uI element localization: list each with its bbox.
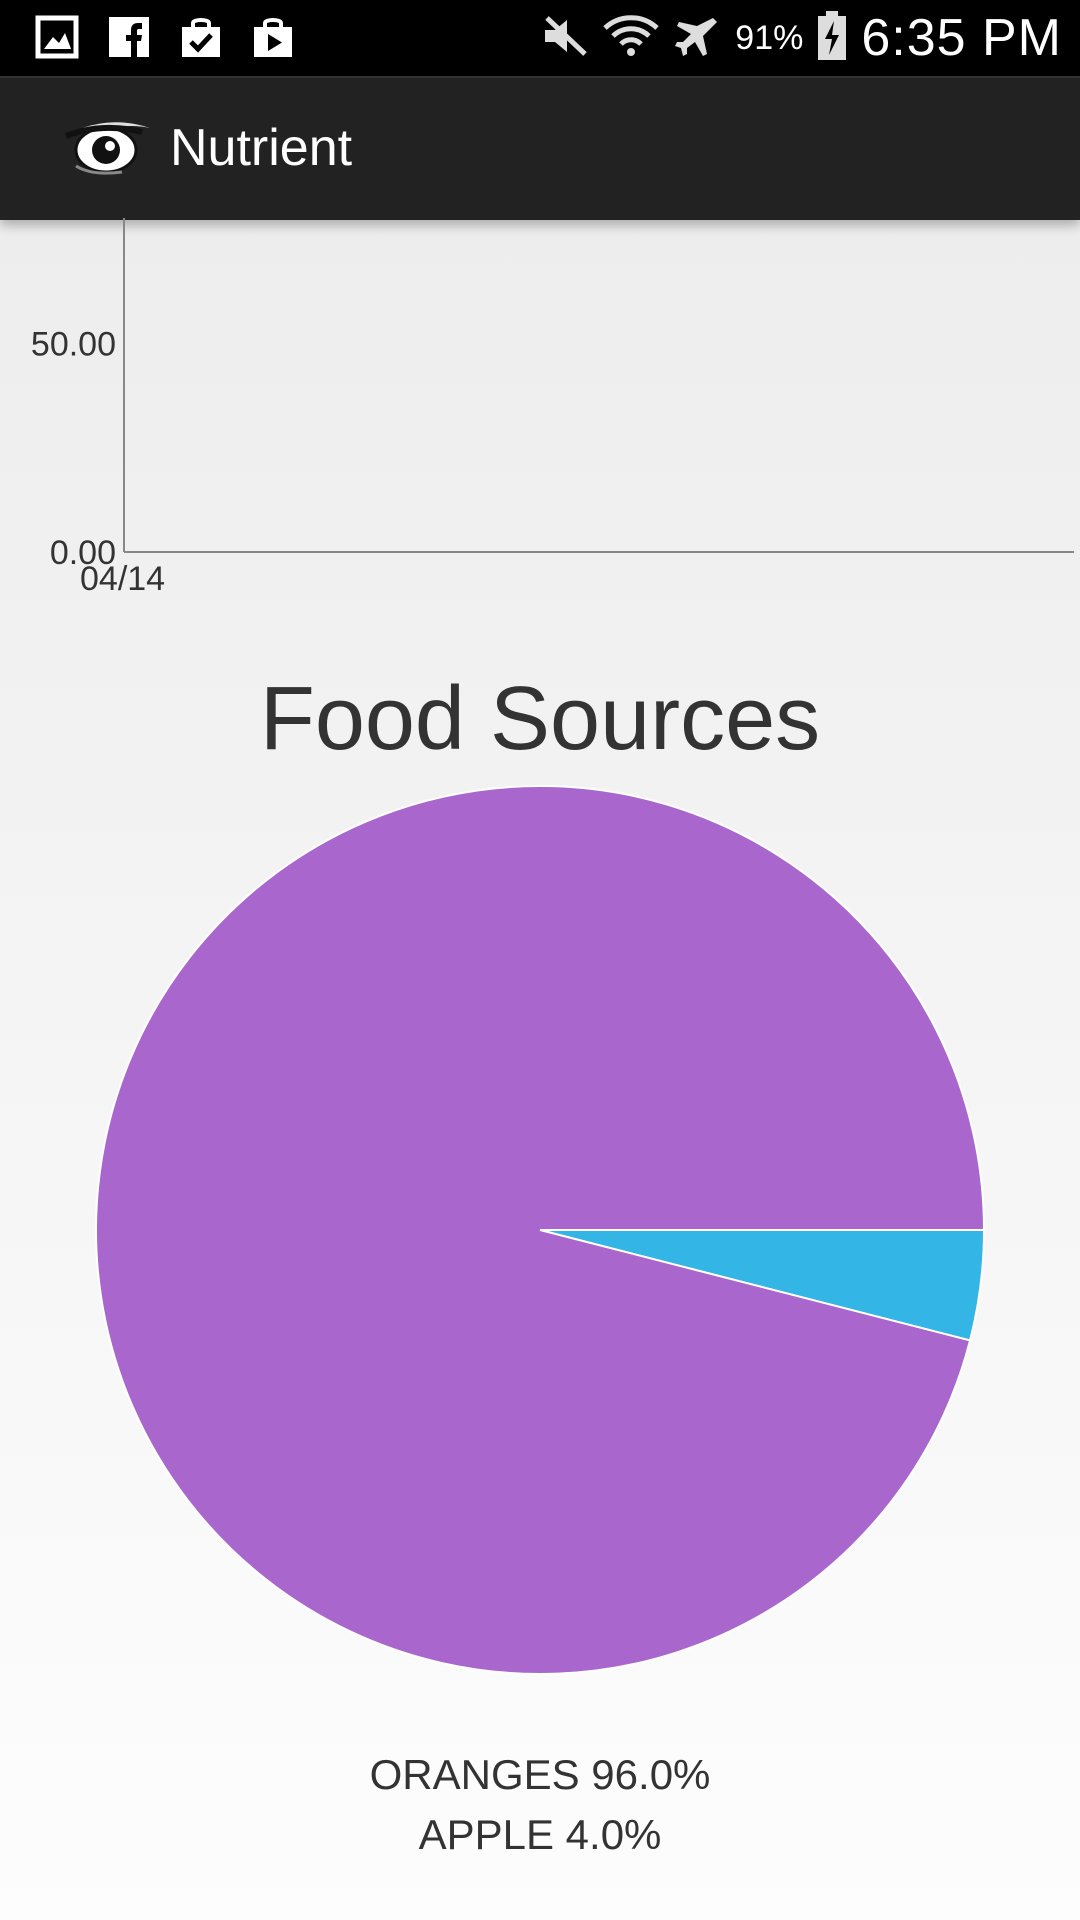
chart-legend: ORANGES 96.0% APPLE 4.0%	[0, 1745, 1080, 1865]
mute-icon	[541, 14, 589, 63]
battery-percentage: 91%	[735, 18, 804, 57]
eye-logo-icon[interactable]	[62, 114, 154, 178]
play-store-icon	[248, 12, 298, 62]
clock: 6:35 PM	[861, 9, 1062, 67]
facebook-icon	[104, 12, 154, 62]
app-title: Nutrient	[170, 119, 353, 177]
line-chart-ticks: 50.000.0004/14	[31, 325, 165, 598]
action-bar: Nutrient	[0, 76, 1080, 220]
legend-item: ORANGES 96.0%	[369, 1751, 711, 1798]
pie-chart	[95, 785, 986, 1675]
x-tick-label: 04/14	[80, 560, 165, 598]
system-status: 91% 6:35 PM	[541, 0, 1062, 76]
line-chart: 50.000.0004/14	[31, 218, 1074, 598]
y-tick-label: 50.00	[31, 325, 116, 363]
status-bar: 91% 6:35 PM	[0, 0, 1080, 76]
gallery-icon	[32, 12, 82, 62]
line-chart-axes	[123, 218, 1074, 553]
airplane-icon	[673, 14, 721, 63]
chart-title: Food Sources	[259, 669, 821, 769]
pie-slice-oranges	[95, 785, 986, 1675]
wifi-icon	[603, 14, 659, 63]
battery-charging-icon	[817, 10, 847, 66]
shopping-bag-check-icon	[176, 12, 226, 62]
legend-item: APPLE 4.0%	[418, 1811, 662, 1858]
notification-icons	[32, 12, 298, 62]
